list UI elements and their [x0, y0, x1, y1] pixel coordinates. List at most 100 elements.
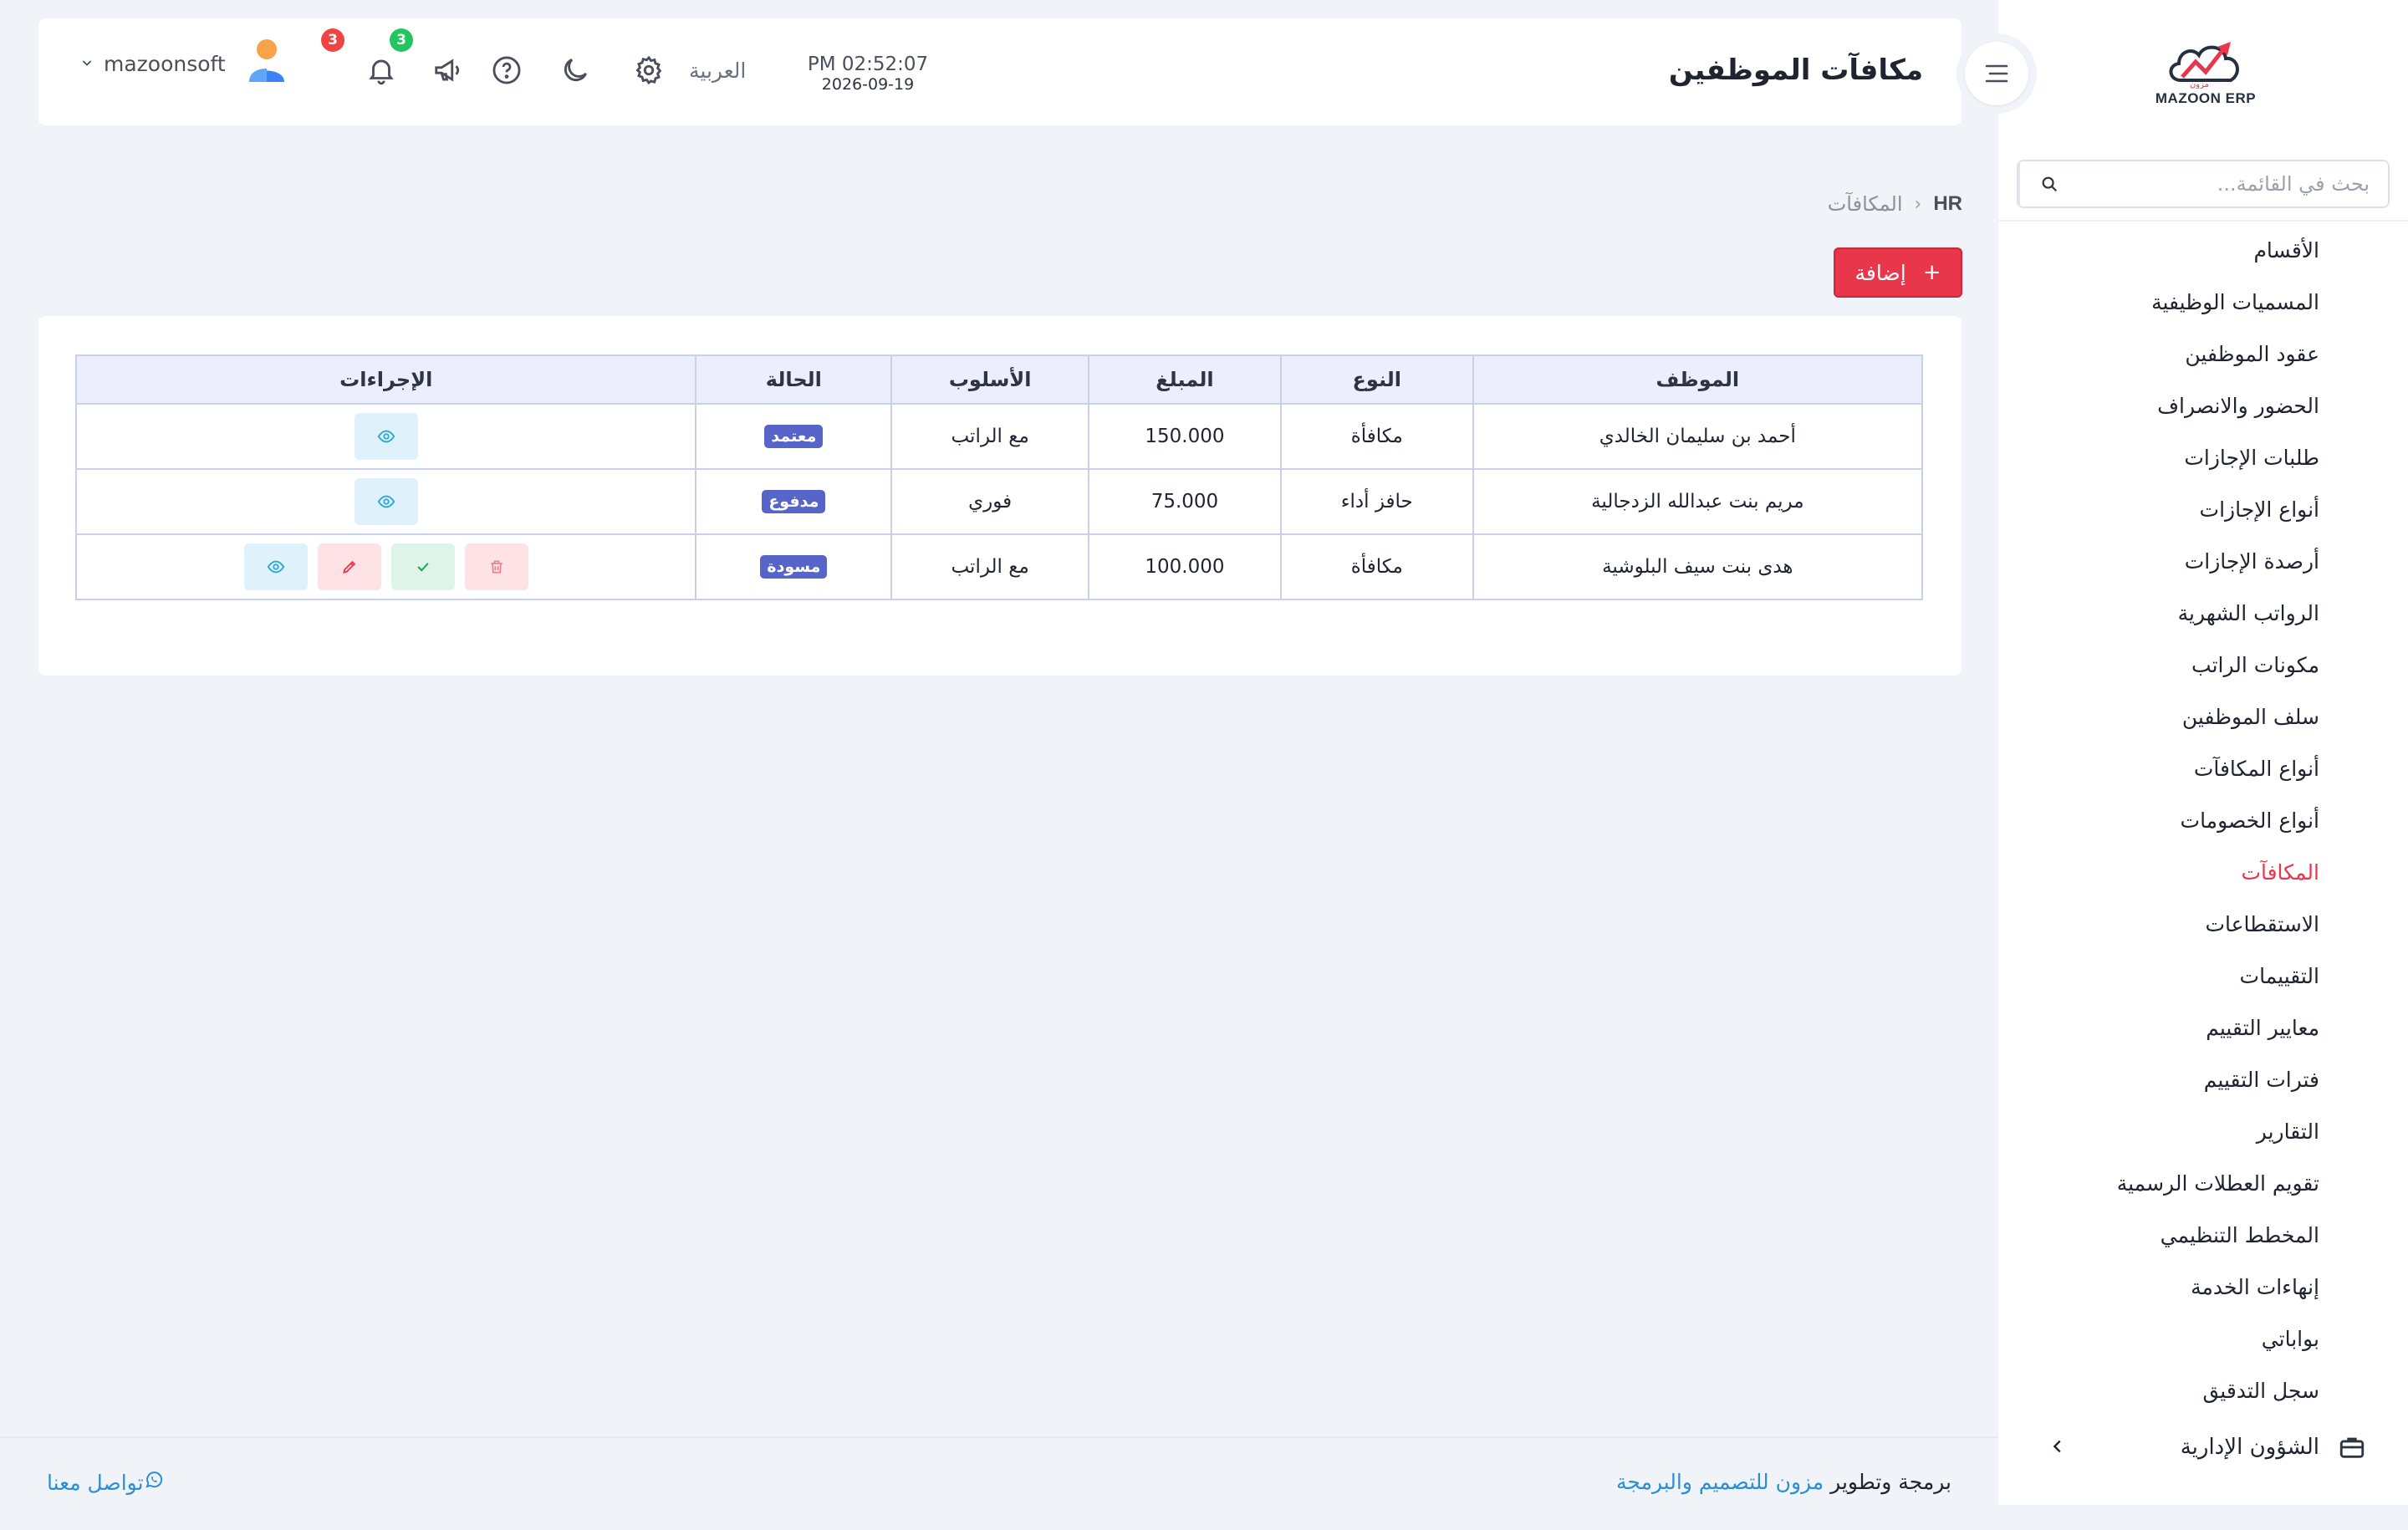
sidebar-item-bonus-types[interactable]: أنواع المكافآت [1998, 742, 2408, 794]
brand-logo[interactable]: مزون MAZOON ERP [2154, 37, 2258, 112]
table-row: مريم بنت عبدالله الزدجالية حافز أداء 75.… [74, 468, 1924, 535]
chevron-down-icon [80, 56, 94, 73]
logo-text: MAZOON ERP [2155, 90, 2257, 106]
chevron-left-icon: ‹ [1914, 193, 1922, 215]
announcements-badge: 3 [390, 28, 413, 52]
clock-time: PM 02:52:07 [807, 54, 929, 75]
column-header-type[interactable]: النوع [1279, 354, 1474, 405]
avatar[interactable] [246, 35, 288, 89]
sidebar-item-holidays-calendar[interactable]: تقويم العطلات الرسمية [1998, 1157, 2408, 1209]
user-menu[interactable]: mazoonsoft [80, 52, 226, 76]
column-header-employee[interactable]: الموظف [1472, 354, 1924, 405]
cell-status: معتمد [695, 403, 893, 470]
cell-status: مدفوع [695, 468, 893, 535]
moon-icon[interactable] [555, 50, 595, 90]
search-icon[interactable] [2018, 161, 2079, 207]
cell-status: مسودة [695, 533, 893, 600]
sidebar-menu: الأقسام المسميات الوظيفية عقود الموظفين … [1998, 224, 2408, 1416]
sidebar-item-deductions[interactable]: الاستقطاعات [1998, 898, 2408, 950]
sidebar-section-admin[interactable]: الشؤون الإدارية [1998, 1421, 2408, 1475]
table-row: أحمد بن سليمان الخالدي مكافأة 150.000 مع… [74, 403, 1924, 470]
sidebar-item-org-chart[interactable]: المخطط التنظيمي [1998, 1209, 2408, 1261]
sidebar-item-contracts[interactable]: عقود الموظفين [1998, 328, 2408, 380]
delete-button[interactable] [464, 543, 528, 590]
view-button[interactable] [243, 543, 308, 590]
chevron-left-icon [2048, 1436, 2067, 1461]
pencil-icon [342, 560, 355, 574]
breadcrumb-root[interactable]: HR [1933, 192, 1962, 216]
sidebar-item-monthly-payroll[interactable]: الرواتب الشهرية [1998, 587, 2408, 639]
column-header-status[interactable]: الحالة [695, 354, 893, 405]
status-badge: مسودة [760, 555, 828, 579]
sidebar-item-evaluations[interactable]: التقييمات [1998, 950, 2408, 1002]
check-icon [417, 563, 429, 572]
sidebar-item-bonuses[interactable]: المكافآت [1998, 846, 2408, 898]
breadcrumb-current: المكافآت [1827, 192, 1903, 216]
bell-icon[interactable] [361, 50, 401, 90]
cell-employee: مريم بنت عبدالله الزدجالية [1472, 468, 1924, 535]
cell-actions [74, 533, 697, 600]
eye-icon [377, 430, 395, 443]
notifications-badge: 3 [321, 28, 344, 52]
cell-amount: 75.000 [1088, 468, 1282, 535]
whatsapp-icon [144, 1470, 164, 1495]
clock: PM 02:52:07 2026-09-19 [793, 54, 943, 94]
bonuses-table: الموظف النوع المبلغ الأسلوب الحالة الإجر… [74, 354, 1924, 600]
sidebar-section-label: الشؤون الإدارية [2180, 1435, 2319, 1460]
sidebar-toggle-button[interactable] [1956, 33, 2037, 114]
eye-icon [377, 495, 395, 508]
sidebar-item-employee-loans[interactable]: سلف الموظفين [1998, 691, 2408, 742]
edit-button[interactable] [317, 543, 381, 590]
trash-icon [491, 560, 503, 574]
sidebar-item-my-portals[interactable]: بواباتي [1998, 1313, 2408, 1364]
footer-credit-prefix: برمجة وتطوير [1830, 1470, 1951, 1494]
sidebar-item-evaluation-criteria[interactable]: معايير التقييم [1998, 1002, 2408, 1053]
status-badge: مدفوع [762, 490, 826, 513]
gear-icon[interactable] [629, 50, 669, 90]
plus-icon: + [1922, 260, 1941, 285]
clock-date: 2026-09-19 [821, 75, 915, 94]
svg-text:مزون: مزون [2190, 80, 2209, 89]
column-header-amount[interactable]: المبلغ [1088, 354, 1282, 405]
menu-icon [1985, 64, 2008, 83]
username: mazoonsoft [104, 52, 226, 76]
column-header-actions: الإجراءات [74, 354, 697, 405]
eye-icon [267, 560, 284, 574]
approve-button[interactable] [390, 543, 455, 590]
sidebar: مزون MAZOON ERP الأقسام المسميات الوظيفي… [1998, 0, 2408, 1505]
help-icon[interactable] [487, 50, 527, 90]
add-button[interactable]: + إضافة [1834, 247, 1962, 298]
briefcase-icon [2338, 1433, 2366, 1467]
cell-actions [74, 403, 697, 470]
megaphone-icon[interactable] [428, 50, 468, 90]
sidebar-search-input[interactable] [2079, 161, 2388, 207]
sidebar-item-attendance[interactable]: الحضور والانصراف [1998, 380, 2408, 431]
cell-actions [74, 468, 697, 535]
sidebar-item-audit-log[interactable]: سجل التدقيق [1998, 1364, 2408, 1416]
sidebar-item-leave-balances[interactable]: أرصدة الإجازات [1998, 535, 2408, 587]
contact-label: تواصل معنا [47, 1470, 144, 1495]
cell-type: حافز أداء [1279, 468, 1474, 535]
sidebar-item-leave-types[interactable]: أنواع الإجازات [1998, 483, 2408, 535]
sidebar-item-deduction-types[interactable]: أنواع الخصومات [1998, 794, 2408, 846]
footer-brand-link[interactable]: مزون للتصميم والبرمجة [1616, 1470, 1824, 1494]
sidebar-item-salary-components[interactable]: مكونات الراتب [1998, 639, 2408, 691]
footer-divider [0, 1436, 1998, 1438]
sidebar-item-terminations[interactable]: إنهاءات الخدمة [1998, 1261, 2408, 1313]
sidebar-item-leave-requests[interactable]: طلبات الإجازات [1998, 431, 2408, 483]
view-button[interactable] [354, 478, 418, 525]
sidebar-item-departments[interactable]: الأقسام [1998, 224, 2408, 276]
sidebar-item-job-titles[interactable]: المسميات الوظيفية [1998, 276, 2408, 328]
column-header-method[interactable]: الأسلوب [890, 354, 1090, 405]
contact-link[interactable]: تواصل معنا [47, 1470, 172, 1495]
cell-amount: 150.000 [1088, 403, 1282, 470]
status-badge: معتمد [764, 425, 824, 448]
sidebar-item-evaluation-periods[interactable]: فترات التقييم [1998, 1053, 2408, 1105]
cell-type: مكافأة [1279, 533, 1474, 600]
cell-type: مكافأة [1279, 403, 1474, 470]
add-button-label: إضافة [1854, 260, 1906, 285]
sidebar-item-reports[interactable]: التقارير [1998, 1105, 2408, 1157]
language-switch[interactable]: العربية [689, 59, 746, 83]
cell-employee: هدى بنت سيف البلوشية [1472, 533, 1924, 600]
view-button[interactable] [354, 413, 418, 460]
